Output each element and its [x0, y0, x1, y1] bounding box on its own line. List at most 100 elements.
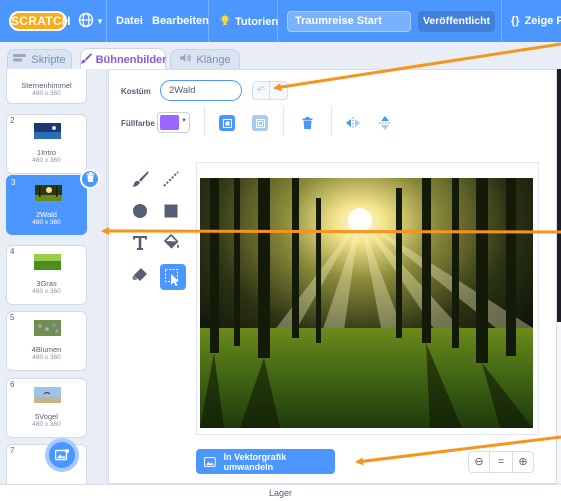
menu-tutorials[interactable]: Tutorien — [219, 0, 278, 42]
see-project-page-button[interactable]: {} Zeige Pr — [511, 0, 561, 42]
line-tool[interactable] — [158, 166, 184, 192]
published-button[interactable]: Veröffentlicht — [418, 11, 495, 32]
backdrop-image[interactable] — [200, 178, 533, 428]
backdrop-item-intro[interactable]: 2 1Intro 480 x 360 — [6, 114, 87, 174]
line-icon — [163, 171, 179, 187]
backdrop-name: 4Blumen — [31, 345, 62, 354]
costume-name-input[interactable]: 2Wald — [160, 80, 242, 101]
zoom-out-icon: ⊖ — [474, 456, 484, 468]
text-tool[interactable] — [127, 230, 153, 256]
fill-tool[interactable] — [158, 230, 184, 256]
stage-preview — [557, 69, 561, 322]
code-blocks-icon — [13, 53, 27, 66]
scratch-logo[interactable]: SCRATCH — [9, 11, 71, 31]
tab-sounds-label: Klänge — [196, 53, 231, 66]
brush-icon — [132, 171, 149, 187]
eraser-tool[interactable] — [127, 262, 153, 288]
zoom-out-button[interactable]: ⊖ — [468, 451, 490, 473]
redo-button[interactable]: ↷ — [270, 81, 288, 100]
brush-tab-icon — [80, 52, 92, 67]
backdrop-number: 7 — [10, 446, 15, 455]
circle-icon — [133, 204, 147, 218]
group-button[interactable] — [219, 115, 235, 131]
convert-to-vector-label: In Vektorgrafik umwandeln — [223, 451, 287, 472]
delete-icon — [302, 117, 312, 129]
lightbulb-icon — [219, 0, 231, 42]
add-costume-icon — [55, 449, 69, 461]
layer-bar: Lager — [0, 484, 561, 501]
backdrop-list: Sternenhimmel 480 x 360 2 1Intro 480 x 3… — [0, 69, 107, 484]
backdrop-number: 4 — [10, 247, 15, 256]
backdrop-item-wald[interactable]: 3 2Wald 480 x 360 — [6, 169, 100, 235]
see-project-label: Zeige Pr — [524, 15, 561, 27]
backdrop-item-blumen[interactable]: 5 4Blumen 480 x 360 — [6, 311, 87, 371]
backdrop-number: 2 — [10, 116, 15, 125]
menu-tutorials-label: Tutorien — [235, 16, 279, 28]
flip-horizontal-icon — [346, 117, 360, 129]
fill-icon — [163, 234, 179, 249]
backdrop-name: 1Intro — [36, 148, 57, 157]
backdrop-name: 3Gras — [36, 279, 57, 288]
zoom-in-button[interactable]: ⊕ — [512, 451, 534, 473]
menu-bar: SCRATCH ▼ Datei Bearbeiten Tutorien Trau… — [0, 0, 561, 42]
zoom-reset-button[interactable]: = — [490, 451, 512, 473]
backdrop-thumbnail — [34, 123, 61, 139]
tab-backdrops[interactable]: Bühnenbilder — [80, 48, 166, 70]
project-title-input[interactable]: Traumreise Start — [287, 11, 411, 32]
select-icon — [165, 269, 179, 286]
backdrop-item-sternenhimmel[interactable]: Sternenhimmel 480 x 360 — [6, 69, 87, 104]
fill-color-swatch — [160, 115, 179, 130]
flip-horizontal-button[interactable] — [345, 115, 361, 131]
zoom-in-icon: ⊕ — [518, 456, 528, 468]
tab-code[interactable]: Skripte — [7, 49, 72, 69]
chevron-down-icon: ▼ — [96, 16, 104, 26]
fill-color-picker[interactable]: ▼ — [157, 112, 190, 133]
trash-icon — [86, 172, 94, 182]
fill-color-label: Füllfarbe — [121, 119, 155, 128]
ungroup-button[interactable] — [252, 115, 268, 131]
backdrop-number: 3 — [11, 178, 16, 187]
backdrop-thumbnail — [34, 387, 61, 403]
brush-tool[interactable] — [127, 166, 153, 192]
costume-name-label: Kostüm — [121, 87, 151, 96]
backdrop-item-gras[interactable]: 4 3Gras 480 x 360 — [6, 245, 87, 305]
group-icon — [222, 118, 232, 128]
rectangle-tool[interactable] — [158, 198, 184, 224]
backdrop-item-vogel[interactable]: 6 5Vogel 480 x 360 — [6, 378, 87, 438]
backdrop-thumbnail — [35, 185, 62, 201]
chevron-down-icon: ▼ — [181, 118, 187, 124]
delete-button[interactable] — [299, 115, 315, 131]
rectangle-icon — [164, 204, 178, 218]
flip-vertical-button[interactable] — [377, 115, 393, 131]
undo-icon: ↶ — [256, 85, 266, 96]
delete-backdrop-button[interactable] — [80, 169, 100, 189]
image-icon — [204, 456, 216, 467]
globe-icon — [78, 12, 94, 31]
backdrop-dims: 480 x 360 — [32, 288, 61, 295]
backdrop-dims: 480 x 360 — [32, 219, 61, 226]
menu-file[interactable]: Datei — [116, 0, 143, 42]
tab-sounds[interactable]: Klänge — [170, 49, 240, 69]
backdrop-thumbnail — [34, 320, 61, 336]
eraser-icon — [132, 268, 147, 281]
add-backdrop-button[interactable] — [45, 438, 79, 472]
speaker-icon — [179, 53, 192, 66]
tab-backdrops-label: Bühnenbilder — [95, 53, 167, 66]
backdrop-number: 5 — [10, 313, 15, 322]
ungroup-icon — [255, 118, 265, 128]
backdrop-dims: 480 x 360 — [32, 90, 61, 97]
backdrop-thumbnail — [34, 254, 61, 270]
language-menu[interactable]: ▼ — [78, 12, 104, 30]
menu-edit[interactable]: Bearbeiten — [152, 0, 209, 42]
code-icon: {} — [511, 15, 520, 27]
backdrop-dims: 480 x 360 — [32, 157, 61, 164]
undo-button[interactable]: ↶ — [252, 81, 270, 100]
select-tool[interactable] — [160, 264, 186, 290]
backdrop-number: 6 — [10, 380, 15, 389]
convert-to-vector-button[interactable]: In Vektorgrafik umwandeln — [196, 449, 335, 474]
sprite-panel — [557, 322, 561, 484]
backdrop-name: 5Vogel — [35, 412, 58, 421]
backdrop-dims: 480 x 360 — [32, 421, 61, 428]
circle-tool[interactable] — [127, 198, 153, 224]
backdrop-name: 2Wald — [36, 210, 57, 219]
